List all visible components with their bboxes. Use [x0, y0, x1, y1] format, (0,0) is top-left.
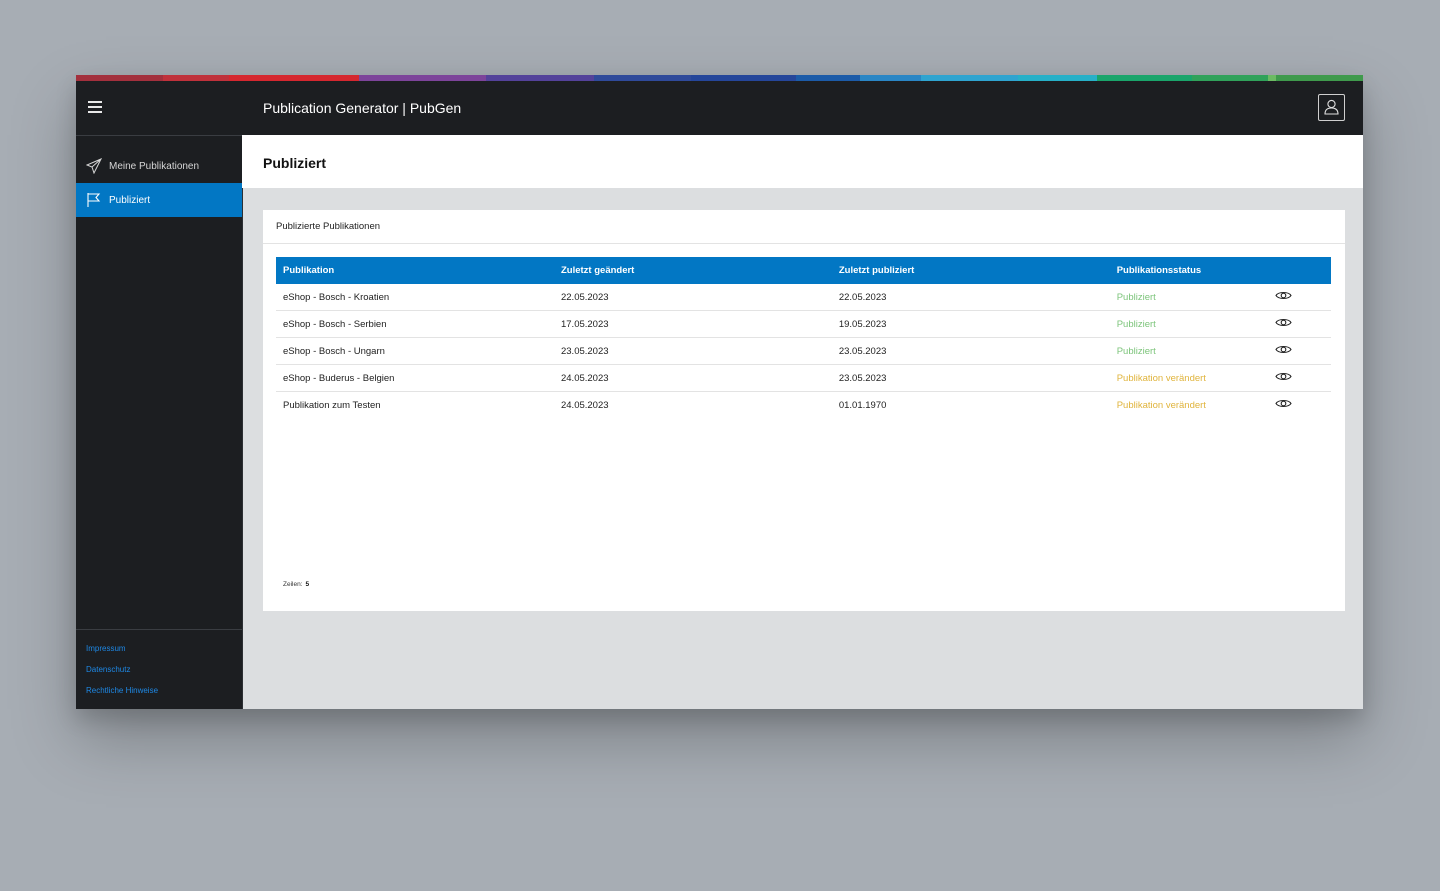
- cell-zuletzt-publiziert: 19.05.2023: [831, 310, 1110, 338]
- paper-plane-icon: [86, 158, 102, 174]
- published-card: Publizierte Publikationen Publikation Zu…: [263, 210, 1345, 611]
- sidebar: Meine Publikationen Publiziert Impressum…: [76, 81, 243, 709]
- cell-actions: [1264, 337, 1331, 365]
- user-icon: [1324, 99, 1339, 115]
- app-title: Publication Generator | PubGen: [263, 100, 462, 116]
- datenschutz-link[interactable]: Datenschutz: [86, 659, 242, 680]
- table-row[interactable]: eShop - Bosch - Ungarn 23.05.2023 23.05.20…: [276, 337, 1331, 365]
- cell-publikation: eShop - Buderus - Belgien: [276, 364, 554, 392]
- page-title: Publiziert: [263, 155, 327, 171]
- eye-icon[interactable]: [1275, 317, 1293, 331]
- cell-zuletzt-geaendert: 24.05.2023: [553, 364, 832, 392]
- sidebar-item-meine-publikationen[interactable]: Meine Publikationen: [76, 149, 242, 183]
- cell-status: Publiziert: [1109, 284, 1265, 311]
- eye-icon[interactable]: [1275, 371, 1293, 385]
- top-bar: Publication Generator | PubGen: [242, 81, 1363, 135]
- cell-publikation: eShop - Bosch - Serbien: [276, 310, 554, 338]
- cell-status: Publiziert: [1109, 337, 1265, 365]
- flag-icon: [87, 193, 101, 207]
- cell-status: Publiziert: [1109, 310, 1265, 338]
- column-header-zuletzt-geaendert[interactable]: Zuletzt geändert: [553, 257, 832, 284]
- table-row[interactable]: eShop - Bosch - Kroatien 22.05.2023 22.05.…: [276, 284, 1331, 311]
- sidebar-item-label: Publiziert: [109, 194, 151, 206]
- sidebar-item-publiziert[interactable]: Publiziert: [76, 183, 242, 217]
- page-header: Publiziert: [242, 135, 1363, 188]
- cell-zuletzt-publiziert: 22.05.2023: [831, 284, 1110, 311]
- cell-actions: [1264, 364, 1331, 392]
- rows-count-value: 5: [305, 581, 310, 588]
- cell-zuletzt-publiziert: 23.05.2023: [831, 337, 1110, 365]
- sidebar-footer: Impressum Datenschutz Rechtliche Hinweis…: [76, 629, 242, 709]
- app-window: Meine Publikationen Publiziert Impressum…: [76, 75, 1363, 709]
- hamburger-icon[interactable]: [88, 101, 102, 113]
- sidebar-item-label: Meine Publikationen: [109, 160, 200, 172]
- rechtliche-hinweise-link[interactable]: Rechtliche Hinweise: [86, 680, 242, 701]
- cell-publikation: eShop - Bosch - Kroatien: [276, 284, 554, 311]
- column-header-publikationsstatus[interactable]: Publikationsstatus: [1109, 257, 1265, 284]
- cell-zuletzt-geaendert: 22.05.2023: [553, 284, 832, 311]
- cell-actions: [1264, 310, 1331, 338]
- column-header-publikation[interactable]: Publikation: [276, 257, 554, 284]
- card-title: Publizierte Publikationen: [263, 210, 1345, 244]
- cell-status: Publikation verändert: [1109, 364, 1265, 392]
- cell-zuletzt-geaendert: 17.05.2023: [553, 310, 832, 338]
- sidebar-header: [76, 81, 242, 136]
- cell-publikation: Publikation zum Testen: [283, 399, 381, 411]
- rows-count: Zeilen: 5: [283, 581, 309, 588]
- cell-actions: [1264, 392, 1331, 419]
- rows-count-label: Zeilen:: [283, 581, 303, 588]
- eye-icon[interactable]: [1275, 398, 1293, 412]
- cell-zuletzt-geaendert: 23.05.2023: [553, 337, 832, 365]
- user-account-button[interactable]: [1318, 94, 1345, 121]
- table-header-row: Publikation Zuletzt geändert Zuletzt pub…: [276, 257, 1331, 284]
- eye-icon[interactable]: [1275, 344, 1293, 358]
- eye-icon[interactable]: [1275, 290, 1293, 304]
- column-header-zuletzt-publiziert[interactable]: Zuletzt publiziert: [831, 257, 1110, 284]
- cell-status: Publikation verändert: [1116, 399, 1206, 411]
- column-header-actions: [1264, 257, 1331, 284]
- impressum-link[interactable]: Impressum: [86, 638, 242, 659]
- table-row[interactable]: Publikation zum Testen 24.05.2023 01.01.19…: [276, 392, 1331, 419]
- table-row[interactable]: eShop - Buderus - Belgien 24.05.2023 23.05…: [276, 364, 1331, 392]
- cell-zuletzt-geaendert: 24.05.2023: [560, 399, 609, 411]
- publications-table: Publikation Zuletzt geändert Zuletzt pub…: [276, 257, 1331, 418]
- cell-zuletzt-publiziert: 01.01.1970: [838, 399, 887, 411]
- cell-actions: [1264, 284, 1331, 311]
- table-row[interactable]: eShop - Bosch - Serbien 17.05.2023 19.05.2…: [276, 310, 1331, 338]
- cell-publikation: eShop - Bosch - Ungarn: [276, 337, 554, 365]
- cell-zuletzt-publiziert: 23.05.2023: [831, 364, 1110, 392]
